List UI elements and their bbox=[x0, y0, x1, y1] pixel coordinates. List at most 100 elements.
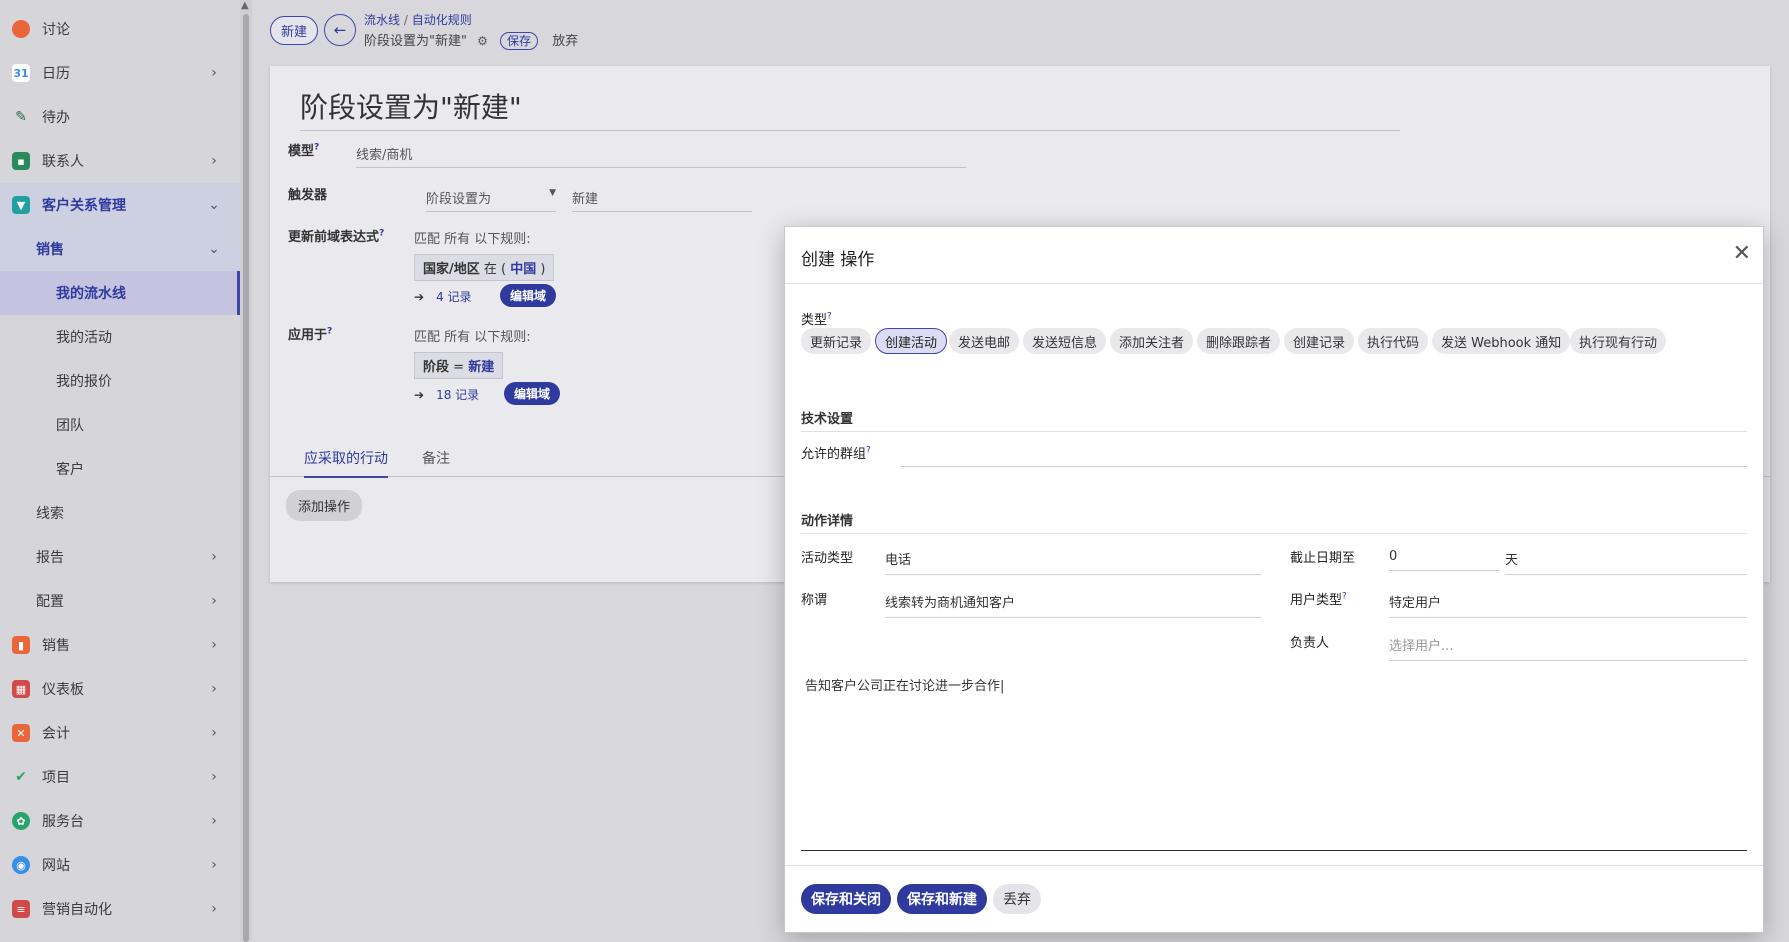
sidebar-item-calendar[interactable]: 31 日历 › bbox=[0, 51, 240, 95]
sidebar-item-todo[interactable]: ✎ 待办 bbox=[0, 95, 240, 139]
type-option-send-email[interactable]: 发送电邮 bbox=[949, 328, 1020, 354]
apply-records-link[interactable]: ➔ 18 记录 bbox=[414, 386, 479, 403]
chevron-right-icon: › bbox=[211, 65, 217, 81]
sidebar-item-sales[interactable]: ▮ 销售 › bbox=[0, 623, 240, 667]
rule-name-field[interactable]: 阶段设置为"新建" bbox=[300, 86, 1400, 131]
summary-field[interactable]: 线索转为商机通知客户 bbox=[885, 588, 1261, 618]
responsible-field[interactable]: 选择用户... bbox=[1389, 631, 1747, 661]
discard-button[interactable]: 放弃 bbox=[552, 34, 578, 49]
chevron-right-icon: › bbox=[211, 153, 217, 169]
contacts-icon: ▪ bbox=[12, 152, 30, 170]
close-icon[interactable]: ✕ bbox=[1733, 241, 1751, 266]
dialog-header: 创建 操作 ✕ bbox=[785, 227, 1763, 284]
type-option-update-record[interactable]: 更新记录 bbox=[801, 328, 872, 354]
type-option-remove-followers[interactable]: 删除跟踪者 bbox=[1197, 328, 1281, 354]
sidebar-item-label: 联系人 bbox=[42, 154, 84, 170]
breadcrumb: 流水线 / 自动化规则 阶段设置为"新建" ⚙ 保存 放弃 bbox=[364, 11, 578, 50]
activity-note-editor[interactable]: 告知客户公司正在讨论进一步合作| bbox=[801, 671, 1747, 851]
responsible-label: 负责人 bbox=[1290, 636, 1330, 651]
due-unit-select[interactable]: 天 bbox=[1505, 545, 1747, 575]
scrollbar-thumb[interactable] bbox=[243, 14, 249, 942]
technical-settings-section: 技术设置 bbox=[801, 408, 1747, 432]
tab-actions[interactable]: 应采取的行动 bbox=[304, 440, 388, 478]
type-option-create-record[interactable]: 创建记录 bbox=[1284, 328, 1355, 354]
save-and-close-button[interactable]: 保存和关闭 bbox=[801, 884, 891, 914]
back-button[interactable]: ← bbox=[324, 14, 357, 46]
project-icon: ✔ bbox=[15, 769, 27, 785]
save-button[interactable]: 保存 bbox=[500, 32, 539, 50]
type-option-send-sms[interactable]: 发送短信息 bbox=[1023, 328, 1107, 354]
trigger-select[interactable]: 阶段设置为 ▼ bbox=[426, 188, 556, 212]
sidebar-item-sales-menu[interactable]: 销售 ⌄ bbox=[0, 227, 240, 271]
add-action-button[interactable]: 添加操作 bbox=[286, 490, 363, 521]
sidebar-item-discuss[interactable]: 讨论 bbox=[0, 7, 240, 51]
sidebar-item-label: 网站 bbox=[42, 858, 70, 874]
allowed-groups-field[interactable] bbox=[901, 439, 1747, 467]
edit-domain-button[interactable]: 编辑域 bbox=[500, 284, 557, 307]
save-and-new-button[interactable]: 保存和新建 bbox=[897, 884, 987, 914]
sidebar-item-label: 团队 bbox=[56, 418, 84, 434]
create-action-dialog: 创建 操作 ✕ 类型? 更新记录 创建活动 发送电邮 发送短信息 添加关注者 删… bbox=[784, 226, 1764, 933]
type-option-execute-existing[interactable]: 执行现有行动 bbox=[1570, 328, 1667, 354]
due-days-field[interactable]: 0 bbox=[1389, 545, 1499, 571]
type-option-create-activity[interactable]: 创建活动 bbox=[875, 328, 948, 354]
chevron-right-icon: › bbox=[211, 549, 217, 565]
sidebar-item-my-quotes[interactable]: 我的报价 bbox=[0, 359, 240, 403]
chevron-right-icon: › bbox=[211, 813, 217, 829]
chevron-right-icon: › bbox=[211, 725, 217, 741]
model-label: 模型? bbox=[288, 142, 320, 159]
todo-icon: ✎ bbox=[15, 109, 27, 125]
sidebar-item-crm[interactable]: ▼ 客户关系管理 ⌄ bbox=[0, 183, 240, 227]
type-option-execute-code[interactable]: 执行代码 bbox=[1358, 328, 1429, 354]
user-type-label: 用户类型? bbox=[1290, 591, 1347, 608]
domain-label: 更新前域表达式? bbox=[288, 228, 385, 245]
trigger-stage-field[interactable]: 新建 bbox=[572, 188, 752, 212]
sidebar: 讨论 31 日历 › ✎ 待办 ▪ 联系人 › ▼ 客户关系管理 ⌄ 销售 ⌄ … bbox=[0, 0, 240, 942]
sidebar-item-marketing[interactable]: ≡ 营销自动化 › bbox=[0, 887, 240, 931]
discard-dialog-button[interactable]: 丢弃 bbox=[993, 884, 1041, 914]
breadcrumb-pipeline[interactable]: 流水线 bbox=[364, 13, 400, 27]
sidebar-item-accounting[interactable]: ✕ 会计 › bbox=[0, 711, 240, 755]
helpdesk-icon: ✿ bbox=[12, 812, 30, 830]
breadcrumb-automation-rules[interactable]: 自动化规则 bbox=[412, 13, 472, 27]
sidebar-item-reports[interactable]: 报告 › bbox=[0, 535, 240, 579]
sidebar-item-team[interactable]: 团队 bbox=[0, 403, 240, 447]
new-button[interactable]: 新建 bbox=[270, 15, 319, 45]
sidebar-item-project[interactable]: ✔ 项目 › bbox=[0, 755, 240, 799]
accounting-icon: ✕ bbox=[12, 724, 30, 742]
edit-domain-button-2[interactable]: 编辑域 bbox=[504, 382, 561, 405]
activity-type-field[interactable]: 电话 bbox=[885, 545, 1261, 575]
domain-records-link[interactable]: ➔ 4 记录 bbox=[414, 288, 472, 305]
user-type-select[interactable]: 特定用户 bbox=[1389, 588, 1747, 618]
dialog-title: 创建 操作 bbox=[801, 250, 875, 270]
sidebar-item-label: 服务台 bbox=[42, 814, 84, 830]
sidebar-item-label: 销售 bbox=[42, 638, 70, 654]
sidebar-item-label: 营销自动化 bbox=[42, 902, 112, 918]
scroll-up-icon[interactable]: ▲ bbox=[241, 0, 249, 11]
arrow-right-icon: ➔ bbox=[414, 290, 425, 304]
type-option-add-followers[interactable]: 添加关注者 bbox=[1110, 328, 1194, 354]
control-panel: 新建 ← 流水线 / 自动化规则 阶段设置为"新建" ⚙ 保存 放弃 bbox=[270, 6, 578, 54]
sidebar-item-customers[interactable]: 客户 bbox=[0, 447, 240, 491]
sidebar-item-config[interactable]: 配置 › bbox=[0, 579, 240, 623]
sidebar-item-my-pipeline[interactable]: 我的流水线 bbox=[0, 271, 240, 315]
discuss-icon bbox=[12, 20, 30, 38]
sidebar-item-leads[interactable]: 线索 bbox=[0, 491, 240, 535]
tab-notes[interactable]: 备注 bbox=[422, 440, 450, 476]
gear-icon[interactable]: ⚙ bbox=[477, 34, 488, 48]
model-field[interactable]: 线索/商机 bbox=[356, 144, 966, 168]
sidebar-item-helpdesk[interactable]: ✿ 服务台 › bbox=[0, 799, 240, 843]
apply-rule-text: 匹配 所有 以下规则: bbox=[414, 330, 531, 345]
sidebar-item-my-activities[interactable]: 我的活动 bbox=[0, 315, 240, 359]
sidebar-item-label: 销售 bbox=[36, 242, 64, 258]
type-label: 类型? bbox=[801, 311, 832, 328]
domain-condition-chip[interactable]: 国家/地区 在 ( 中国 ) bbox=[414, 254, 555, 281]
apply-condition-chip[interactable]: 阶段 = 新建 bbox=[414, 352, 504, 379]
sidebar-item-website[interactable]: ◉ 网站 › bbox=[0, 843, 240, 887]
sidebar-item-contacts[interactable]: ▪ 联系人 › bbox=[0, 139, 240, 183]
type-option-webhook[interactable]: 发送 Webhook 通知 bbox=[1432, 328, 1571, 354]
sidebar-scrollbar[interactable]: ▲ bbox=[240, 0, 252, 942]
website-icon: ◉ bbox=[12, 856, 30, 874]
sidebar-item-label: 我的活动 bbox=[56, 330, 112, 346]
sidebar-item-dashboard[interactable]: ▦ 仪表板 › bbox=[0, 667, 240, 711]
